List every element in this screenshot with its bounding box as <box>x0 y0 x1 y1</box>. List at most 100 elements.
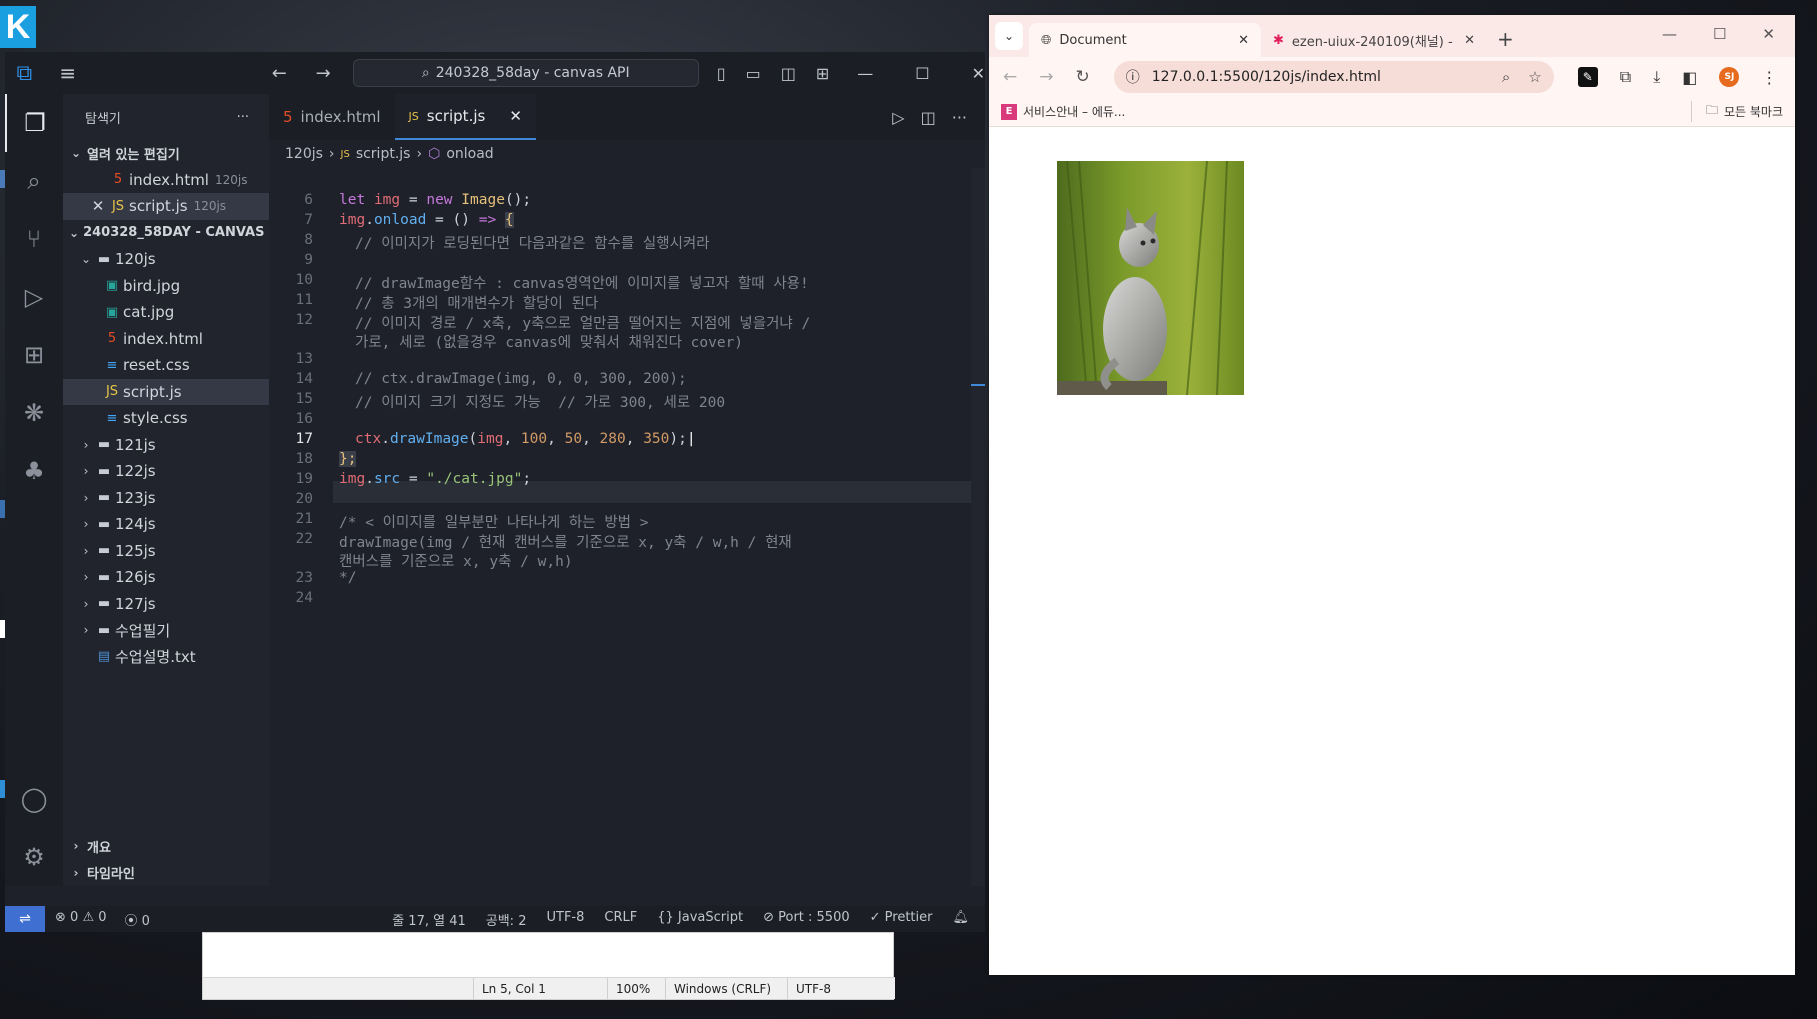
back-arrow-icon[interactable]: ← <box>1003 67 1017 87</box>
search-icon[interactable]: ⌕ <box>5 152 63 210</box>
workspace-section[interactable]: ⌄ 240328_58DAY - CANVAS ... <box>63 220 284 247</box>
open-editor-item[interactable]: ✕ JS script.js 120js <box>63 193 269 220</box>
command-center-search[interactable]: ⌕ 240328_58day - canvas API <box>352 59 699 87</box>
line-number: 8 <box>304 232 313 248</box>
run-debug-icon[interactable]: ▷ <box>5 268 63 326</box>
extensions-puzzle-icon[interactable]: ⧉ <box>1620 67 1631 87</box>
breadcrumb-file[interactable]: script.js <box>356 146 411 162</box>
folder-item[interactable]: › ▬ 122js <box>63 458 269 485</box>
file-item[interactable]: 5 index.html <box>63 326 269 353</box>
breadcrumb-folder[interactable]: 120js <box>285 146 323 162</box>
zoom-search-icon[interactable]: ⌕ <box>1502 68 1510 86</box>
file-item[interactable]: ▤ 수업설명.txt <box>63 644 269 671</box>
maximize-icon[interactable]: ☐ <box>1713 25 1726 43</box>
more-actions-icon[interactable]: ··· <box>237 110 249 125</box>
menu-icon[interactable]: ≡ <box>44 61 92 85</box>
chrome-toolbar: ← → ↻ ⓘ 127.0.0.1:5500/120js/index.html … <box>989 57 1795 97</box>
tab-slack[interactable]: ✱ ezen-uiux-240109(채널) - WEB ✕ <box>1261 23 1487 57</box>
breadcrumb-symbol[interactable]: onload <box>446 146 493 162</box>
site-info-icon[interactable]: ⓘ <box>1126 67 1140 87</box>
css-file-icon: ≡ <box>106 357 118 373</box>
settings-gear-icon[interactable]: ⚙ <box>5 828 63 886</box>
language-mode[interactable]: {} JavaScript <box>657 910 743 929</box>
outline-section[interactable]: › 개요 <box>63 833 269 860</box>
minimize-icon[interactable]: — <box>857 64 873 83</box>
forward-arrow-icon[interactable]: → <box>1039 67 1053 87</box>
folder-icon: ▬ <box>97 569 111 585</box>
open-editor-item[interactable]: 5 index.html 120js <box>63 167 269 194</box>
remote-indicator-icon[interactable]: ⇌ <box>5 906 45 932</box>
code-comment: */ <box>339 570 357 586</box>
keyword: let <box>339 192 366 208</box>
editor-scrollbar[interactable] <box>971 168 985 886</box>
folder-item[interactable]: › ▬ 127js <box>63 591 269 618</box>
end-of-line[interactable]: CRLF <box>604 910 637 929</box>
address-bar[interactable]: ⓘ 127.0.0.1:5500/120js/index.html ⌕ ☆ <box>1113 61 1554 93</box>
extensions-icon[interactable]: ⊞ <box>5 326 63 384</box>
file-item[interactable]: ▣ cat.jpg <box>63 299 269 326</box>
all-bookmarks-button[interactable]: 🗀︎ 모든 북마크 <box>1690 101 1783 122</box>
cursor-position[interactable]: 줄 17, 열 41 <box>392 910 466 929</box>
folder-item[interactable]: › ▬ 121js <box>63 432 269 459</box>
close-icon[interactable]: ✕ <box>89 197 107 215</box>
new-tab-button[interactable]: + <box>1487 27 1524 57</box>
download-icon[interactable]: ⤓ <box>1653 67 1660 87</box>
open-editors-section[interactable]: ⌄ 열려 있는 편집기 <box>63 140 269 167</box>
ports-indicator[interactable]: ⦿ 0 <box>125 910 150 929</box>
code-line: }; <box>339 451 357 467</box>
tab-document[interactable]: 🌐︎ Document ✕ <box>1029 23 1261 57</box>
back-arrow-icon[interactable]: ← <box>272 63 287 84</box>
close-icon[interactable]: ✕ <box>972 64 985 83</box>
bookmark-item[interactable]: 서비스안내 – 에듀... <box>1023 103 1125 120</box>
remote-explorer-icon[interactable]: ♣ <box>5 442 63 500</box>
figma-icon[interactable]: ❋ <box>5 384 63 442</box>
code-comment: drawImage(img / 현재 캔버스를 기준으로 x, y축 / w,h… <box>339 535 792 551</box>
toggle-sidebar-icon[interactable]: ▯ <box>717 64 726 83</box>
folder-item[interactable]: ⌄ ▬ 120js <box>63 246 269 273</box>
punctuation: = () <box>426 212 479 228</box>
side-panel-icon[interactable]: ◧ <box>1682 68 1697 87</box>
bookmark-star-icon[interactable]: ☆ <box>1528 68 1541 86</box>
notifications-bell-icon[interactable]: 🔔︎ <box>952 910 969 929</box>
indentation[interactable]: 공백: 2 <box>486 910 527 929</box>
file-item[interactable]: ▣ bird.jpg <box>63 273 269 300</box>
extension-pen-icon[interactable]: ✎ <box>1577 67 1598 87</box>
more-actions-icon[interactable]: ··· <box>952 108 967 127</box>
close-tab-icon[interactable]: ✕ <box>509 107 522 125</box>
profile-avatar[interactable]: SJ <box>1719 67 1740 87</box>
desktop-app-icon[interactable]: K <box>0 6 36 48</box>
reload-icon[interactable]: ↻ <box>1076 67 1090 87</box>
live-server-port[interactable]: ⊘ Port : 5500 <box>763 910 850 929</box>
toggle-secondary-sidebar-icon[interactable]: ◫ <box>781 64 796 83</box>
tab-index-html[interactable]: 5 index.html <box>269 94 395 140</box>
menu-kebab-icon[interactable]: ⋮ <box>1761 68 1777 87</box>
timeline-section[interactable]: › 타임라인 <box>63 860 269 887</box>
maximize-icon[interactable]: ☐ <box>915 64 929 83</box>
chevron-down-icon: ⌄ <box>80 252 92 267</box>
prettier-status[interactable]: ✓ Prettier <box>870 910 933 929</box>
encoding[interactable]: UTF-8 <box>546 910 584 929</box>
toggle-panel-icon[interactable]: ▭ <box>746 64 761 83</box>
close-tab-icon[interactable]: ✕ <box>1464 33 1475 48</box>
split-editor-icon[interactable]: ◫ <box>921 108 936 127</box>
explorer-icon[interactable]: ❐ <box>5 94 63 152</box>
account-icon[interactable]: ◯ <box>5 770 63 828</box>
tab-script-js[interactable]: JS script.js ✕ <box>394 94 536 140</box>
file-item[interactable]: ≡ reset.css <box>63 352 269 379</box>
minimize-icon[interactable]: — <box>1662 25 1677 43</box>
folder-item[interactable]: › ▬ 126js <box>63 564 269 591</box>
close-tab-icon[interactable]: ✕ <box>1238 33 1249 48</box>
forward-arrow-icon[interactable]: → <box>316 63 331 84</box>
customize-layout-icon[interactable]: ⊞ <box>816 64 829 83</box>
folder-item[interactable]: › ▬ 125js <box>63 538 269 565</box>
file-item[interactable]: ≡ style.css <box>63 405 269 432</box>
problems-indicator[interactable]: ⊗ 0 ⚠ 0 <box>55 910 107 929</box>
tab-search-chevron-icon[interactable]: ⌄ <box>995 22 1023 50</box>
folder-item[interactable]: › ▬ 123js <box>63 485 269 512</box>
folder-item[interactable]: › ▬ 수업필기 <box>63 617 269 644</box>
folder-item[interactable]: › ▬ 124js <box>63 511 269 538</box>
close-icon[interactable]: ✕ <box>1762 25 1775 43</box>
source-control-icon[interactable]: ⑂ <box>5 210 63 268</box>
file-item[interactable]: JS script.js <box>63 378 269 405</box>
run-icon[interactable]: ▷ <box>892 108 904 127</box>
